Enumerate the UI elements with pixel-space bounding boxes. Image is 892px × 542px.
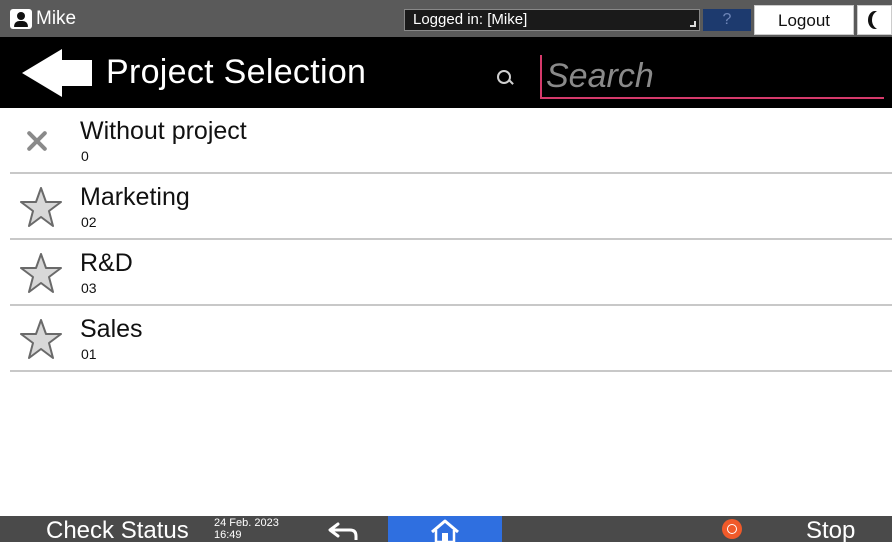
- project-name: Sales: [80, 315, 143, 343]
- search-icon: [496, 69, 514, 87]
- check-status-button[interactable]: Check Status: [10, 516, 210, 542]
- energy-saver-button[interactable]: [857, 5, 892, 35]
- project-code: 01: [81, 346, 97, 362]
- search-input[interactable]: [540, 55, 884, 99]
- list-item[interactable]: Sales 01: [10, 306, 892, 372]
- star-icon[interactable]: [20, 252, 62, 294]
- login-status-text: Logged in: [Mike]: [413, 11, 528, 28]
- stop-icon: [722, 519, 742, 539]
- project-code: 0: [81, 148, 89, 164]
- page-header: Project Selection: [0, 37, 892, 108]
- star-icon[interactable]: [20, 186, 62, 228]
- list-item[interactable]: Without project 0: [10, 108, 892, 174]
- page-title: Project Selection: [106, 53, 367, 91]
- project-name: R&D: [80, 249, 133, 277]
- project-code: 02: [81, 214, 97, 230]
- project-code: 03: [81, 280, 97, 296]
- user-icon: [10, 9, 32, 29]
- user-indicator[interactable]: Mike: [10, 8, 76, 30]
- date-time: 24 Feb. 2023 16:49: [214, 517, 279, 541]
- list-empty-area: [10, 373, 892, 516]
- time-text: 16:49: [214, 529, 242, 541]
- list-item[interactable]: Marketing 02: [10, 174, 892, 240]
- help-button[interactable]: ?: [703, 9, 751, 31]
- dropdown-corner-icon: [690, 21, 696, 27]
- list-item[interactable]: R&D 03: [10, 240, 892, 306]
- home-button[interactable]: [388, 516, 502, 542]
- date-text: 24 Feb. 2023: [214, 517, 279, 529]
- project-name: Without project: [80, 117, 247, 145]
- star-icon[interactable]: [20, 318, 62, 360]
- project-list: Without project 0 Marketing 02 R&D 03 Sa…: [10, 108, 892, 372]
- project-name: Marketing: [80, 183, 190, 211]
- home-icon: [431, 519, 459, 542]
- bottom-bar: Check Status 24 Feb. 2023 16:49 Stop: [0, 516, 892, 542]
- close-icon: [20, 120, 62, 162]
- user-name: Mike: [36, 8, 77, 29]
- logout-button[interactable]: Logout: [754, 5, 854, 35]
- login-status-field[interactable]: Logged in: [Mike]: [404, 9, 700, 31]
- top-status-bar: Mike Logged in: [Mike] ? Logout: [0, 0, 892, 37]
- return-arrow-icon[interactable]: [326, 520, 360, 540]
- stop-label: Stop: [806, 517, 856, 542]
